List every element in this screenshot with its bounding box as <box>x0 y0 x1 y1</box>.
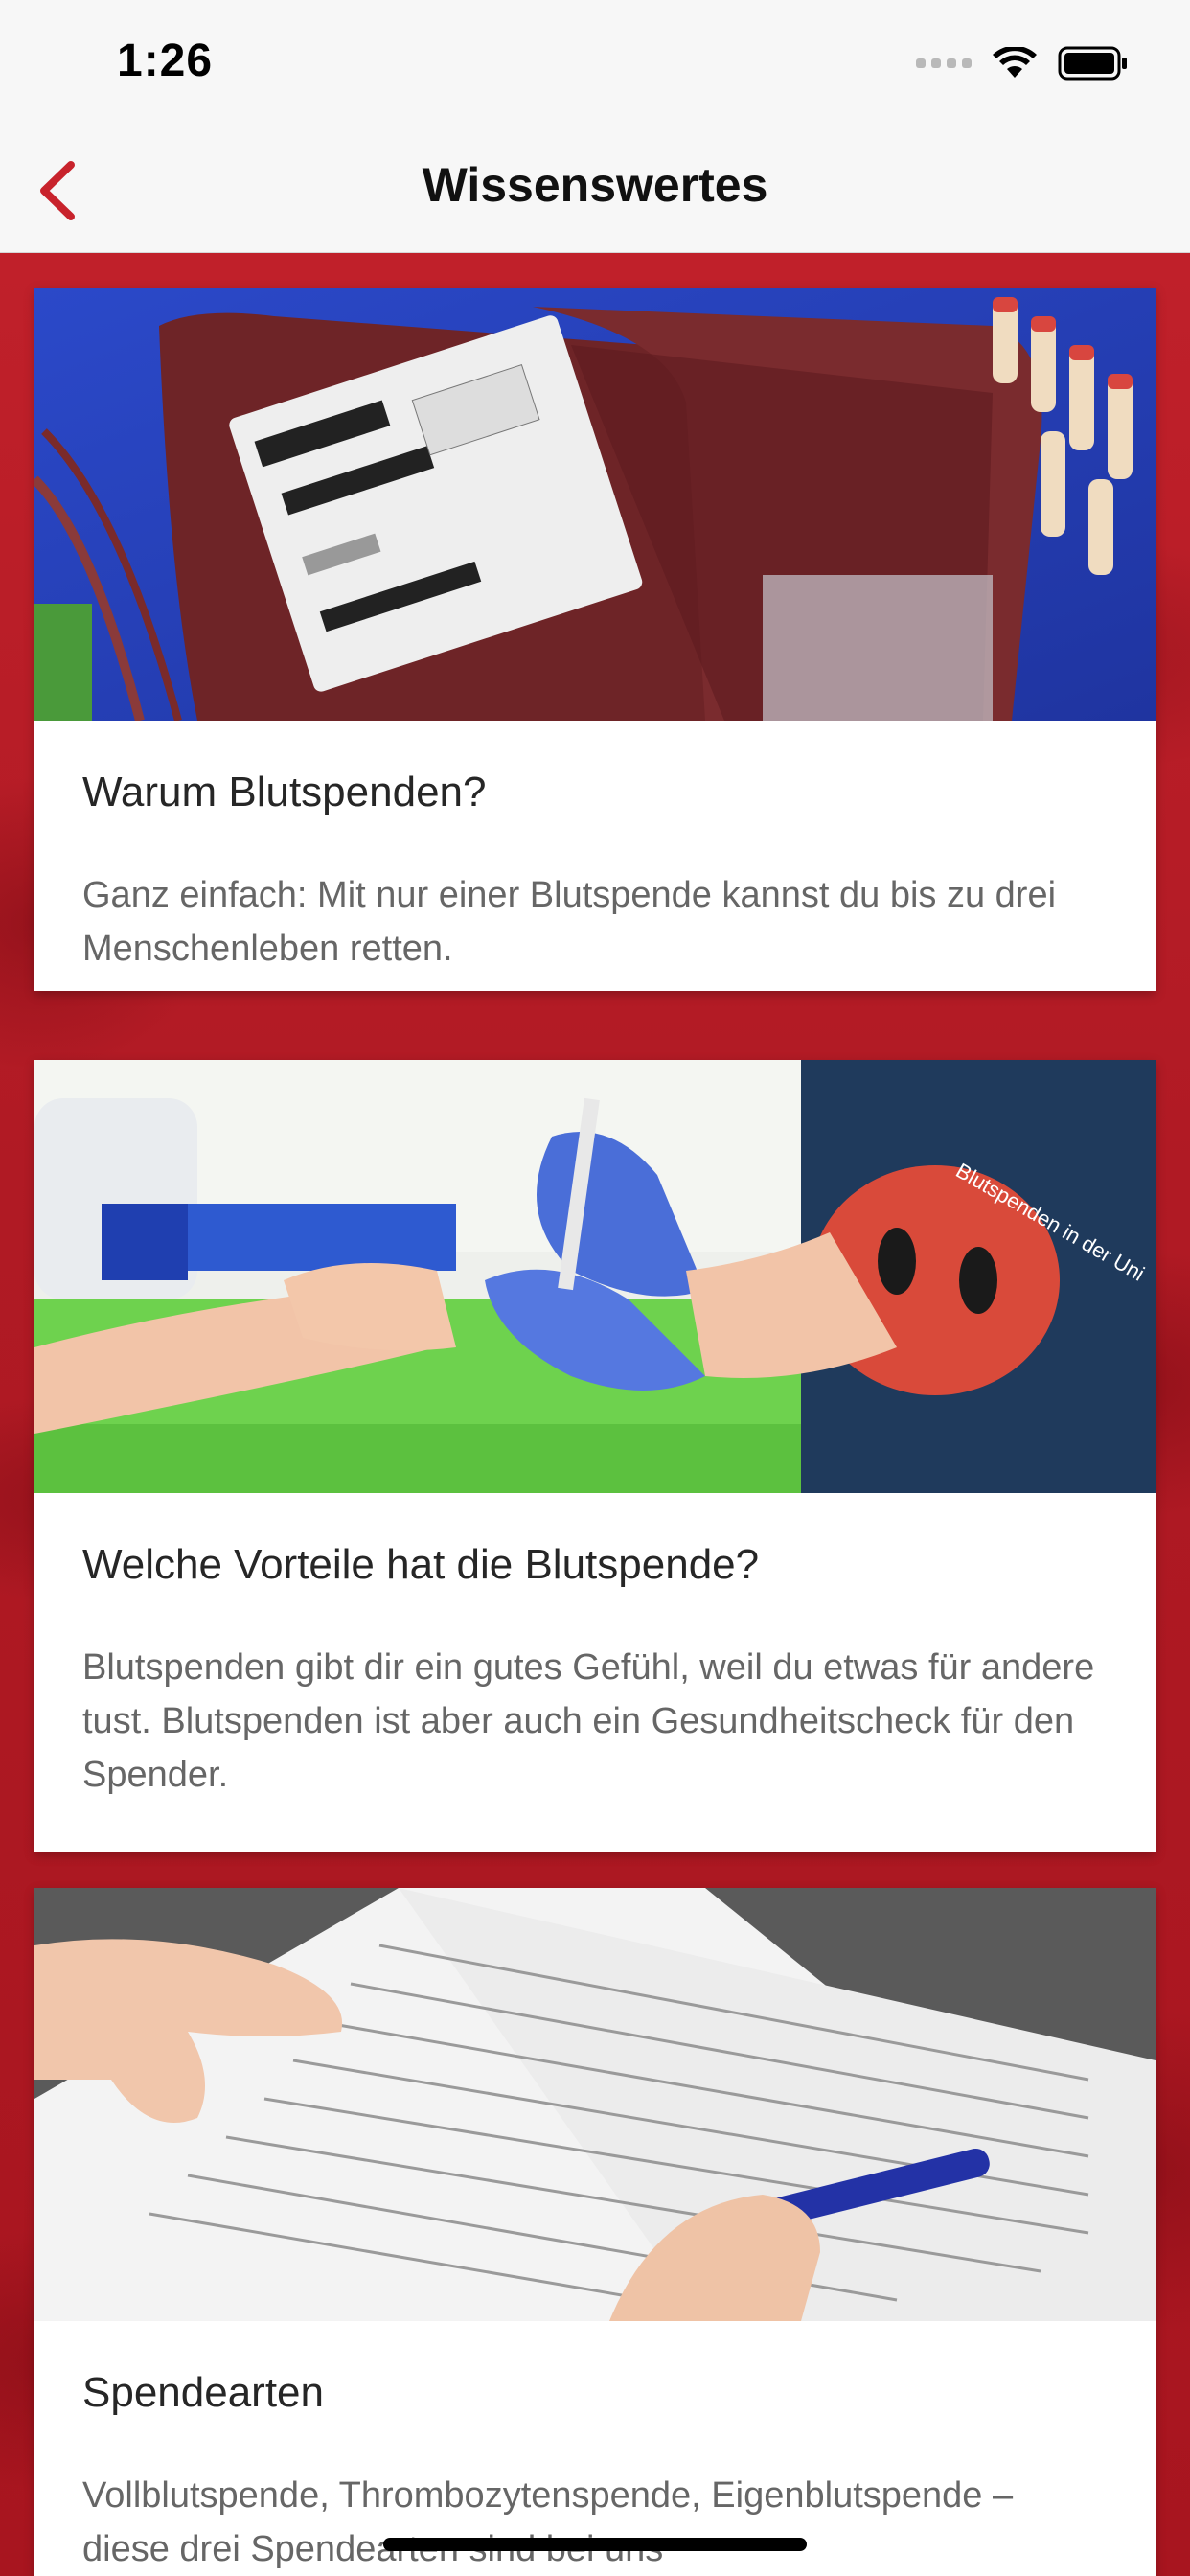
card-text: Vollblutspende, Thrombozytenspende, Eige… <box>82 2475 1014 2569</box>
card-text: Blutspenden gibt dir ein gutes Gefühl, w… <box>82 1647 1095 1795</box>
card-title: Warum Blutspenden? <box>82 769 487 816</box>
status-time: 1:26 <box>117 35 214 86</box>
content-list[interactable]: Warum Blutspenden? Ganz einfach: Mit nur… <box>0 253 1190 2576</box>
page-title: Wissenswertes <box>422 158 768 212</box>
navigation-bar: Wissenswertes <box>0 128 1190 253</box>
card-text: Ganz einfach: Mit nur einer Blutspende k… <box>82 875 1057 969</box>
wifi-icon <box>993 47 1037 78</box>
blood-bags-image <box>34 288 1156 721</box>
info-card-vorteile[interactable]: Blutspenden in der Uni Welche Vorteile h… <box>34 1060 1156 1852</box>
questionnaire-image <box>34 1888 1156 2321</box>
home-indicator[interactable] <box>383 2538 807 2551</box>
battery-icon <box>1058 46 1127 80</box>
cellular-signal-icon <box>916 58 972 68</box>
card-title: Spendearten <box>82 2369 324 2416</box>
info-card-warum-blutspenden[interactable]: Warum Blutspenden? Ganz einfach: Mit nur… <box>34 288 1156 991</box>
status-bar: 1:26 <box>0 0 1190 128</box>
finger-prick-test-image: Blutspenden in der Uni <box>34 1060 1156 1493</box>
status-icons <box>916 44 1129 82</box>
card-title: Welche Vorteile hat die Blutspende? <box>82 1541 760 1588</box>
info-card-spendearten[interactable]: Spendearten Vollblutspende, Thrombozyten… <box>34 1888 1156 2576</box>
